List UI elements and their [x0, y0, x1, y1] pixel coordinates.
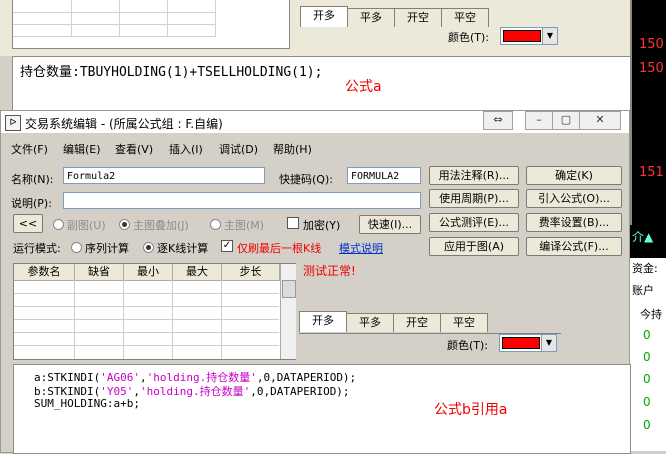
resize-icon[interactable]: ⇔ — [483, 111, 513, 130]
menu-file[interactable]: 文件(F) — [11, 141, 48, 157]
account-label: 账户 — [632, 284, 654, 297]
param-header-min: 最小 — [124, 264, 173, 281]
background-tab-bar: 开多 平多 开空 平空 — [300, 6, 490, 28]
code-line-sum: SUM_HOLDING:a+b; — [34, 397, 140, 410]
radio-series-calc-label: 序列计算 — [85, 242, 129, 255]
close-button[interactable]: ✕ — [579, 111, 621, 130]
name-field[interactable]: Formula2 — [63, 167, 265, 184]
bg-color-select[interactable]: ▼ — [500, 27, 558, 45]
color-select[interactable]: ▼ — [499, 334, 557, 352]
ok-button[interactable]: 确定(K) — [526, 166, 622, 185]
holding-value: 0 — [643, 350, 651, 364]
market-value: 150 — [639, 61, 664, 76]
apply-to-chart-button[interactable]: 应用于图(A) — [429, 237, 519, 256]
chevron-down-icon[interactable]: ▼ — [541, 335, 556, 351]
param-header-default: 缺省 — [75, 264, 124, 281]
app-icon: ᐅ — [5, 115, 21, 131]
bg-color-label: 颜色(T): — [448, 31, 490, 44]
menu-insert[interactable]: 插入(I) — [169, 141, 203, 157]
table-row[interactable] — [14, 281, 279, 294]
holding-value: 0 — [643, 372, 651, 386]
radio-per-bar-calc-label: 逐K线计算 — [157, 242, 209, 255]
dialog-title: 交易系统编辑 - (所属公式组 : F.自编) — [25, 117, 223, 131]
shortcode-field[interactable]: FORMULA2 — [347, 167, 421, 184]
radio-main-overlay[interactable] — [119, 219, 130, 230]
formula-test-button[interactable]: 公式测评(E)... — [429, 213, 519, 232]
param-header-step: 步长 — [222, 264, 280, 281]
import-formula-button[interactable]: 引入公式(O)... — [526, 189, 622, 208]
funds-label: 资金: — [632, 262, 658, 275]
formula-code-editor[interactable]: a:STKINDI('AG06','holding.持仓数量',0,DATAPE… — [13, 364, 631, 454]
bg-tab-pingkong[interactable]: 平空 — [441, 8, 489, 27]
market-arrows: 介▲ — [630, 228, 666, 244]
last-bar-checkbox[interactable]: ✓ — [221, 240, 233, 252]
last-bar-label: 仅刷最后一根K线 — [237, 242, 322, 255]
compile-formula-button[interactable]: 编译公式(F)... — [526, 237, 622, 256]
signal-tab-bar: 开多 平多 开空 平空 — [299, 311, 489, 333]
radio-mainchart-label: 主图(M) — [224, 219, 265, 232]
parameter-table[interactable]: 参数名 缺省 最小 最大 步长 — [13, 263, 296, 360]
encrypt-checkbox[interactable] — [287, 217, 299, 229]
radio-mainchart[interactable] — [210, 219, 221, 230]
note-formula-b: 公式b引用a — [434, 402, 508, 418]
table-row[interactable] — [14, 320, 279, 333]
encrypt-label: 加密(Y) — [303, 219, 341, 232]
tab-pingkong[interactable]: 平空 — [440, 313, 488, 332]
holding-value: 0 — [643, 395, 651, 409]
menu-view[interactable]: 查看(V) — [115, 141, 153, 157]
period-button[interactable]: 使用周期(P)... — [429, 189, 519, 208]
holding-value: 0 — [643, 418, 651, 432]
chevron-down-icon[interactable]: ▼ — [542, 28, 557, 44]
radio-per-bar-calc[interactable] — [143, 242, 154, 253]
param-header-name: 参数名 — [14, 264, 75, 281]
radio-series-calc[interactable] — [71, 242, 82, 253]
description-label: 说明(P): — [11, 197, 52, 210]
bg-tab-kaikong[interactable]: 开空 — [394, 8, 442, 27]
fee-settings-button[interactable]: 费率设置(B)... — [526, 213, 622, 232]
color-label: 颜色(T): — [447, 339, 489, 352]
param-header-max: 最大 — [173, 264, 222, 281]
shortcode-label: 快捷码(Q): — [279, 173, 333, 186]
market-value: 150 — [639, 37, 664, 52]
background-formula-text: 持仓数量:TBUYHOLDING(1)+TSELLHOLDING(1); — [20, 65, 323, 80]
test-status: 测试正常! — [303, 264, 356, 278]
description-field[interactable] — [63, 192, 421, 209]
radio-subchart[interactable] — [53, 219, 64, 230]
background-param-grid — [12, 0, 290, 49]
bg-color-swatch — [503, 30, 541, 42]
table-row[interactable] — [14, 307, 279, 320]
bg-tab-kaiduo[interactable]: 开多 — [300, 6, 348, 27]
minimize-button[interactable]: – — [525, 111, 553, 130]
menu-bar: 文件(F) 编辑(E) 查看(V) 插入(I) 调试(D) 帮助(H) — [1, 138, 629, 156]
name-label: 名称(N): — [11, 173, 54, 186]
today-holding-header: 今持 — [640, 308, 662, 321]
menu-debug[interactable]: 调试(D) — [219, 141, 258, 157]
account-panel: 资金: 账户 今持 0 0 0 0 0 — [630, 258, 666, 451]
market-divider — [630, 0, 632, 225]
color-swatch — [502, 337, 540, 349]
table-row[interactable] — [14, 294, 279, 307]
tab-kaikong[interactable]: 开空 — [393, 313, 441, 332]
run-mode-label: 运行模式: — [13, 242, 61, 255]
radio-main-overlay-label: 主图叠加(J) — [133, 219, 189, 232]
quick-button[interactable]: 快速(I)... — [359, 215, 421, 234]
tab-pingduo[interactable]: 平多 — [346, 313, 394, 332]
scrollbar-thumb[interactable] — [282, 280, 296, 298]
radio-subchart-label: 副图(U) — [67, 219, 106, 232]
trading-system-editor-dialog: ᐅ 交易系统编辑 - (所属公式组 : F.自编) ⇔ – ▢ ✕ 文件(F) … — [0, 110, 631, 454]
menu-help[interactable]: 帮助(H) — [273, 141, 312, 157]
mode-help-link[interactable]: 模式说明 — [339, 240, 383, 256]
bg-tab-pingduo[interactable]: 平多 — [347, 8, 395, 27]
note-formula-a: 公式a — [345, 79, 382, 95]
usage-notes-button[interactable]: 用法注释(R)... — [429, 166, 519, 185]
table-row[interactable] — [14, 333, 279, 346]
menu-edit[interactable]: 编辑(E) — [63, 141, 101, 157]
restore-button[interactable]: ▢ — [552, 111, 580, 130]
collapse-button[interactable]: << — [13, 214, 43, 233]
market-value: 151 — [639, 165, 664, 180]
dialog-titlebar[interactable]: ᐅ 交易系统编辑 - (所属公式组 : F.自编) ⇔ – ▢ ✕ — [1, 111, 629, 133]
holding-value: 0 — [643, 328, 651, 342]
tab-kaiduo[interactable]: 开多 — [299, 311, 347, 332]
param-scrollbar[interactable] — [280, 264, 296, 359]
